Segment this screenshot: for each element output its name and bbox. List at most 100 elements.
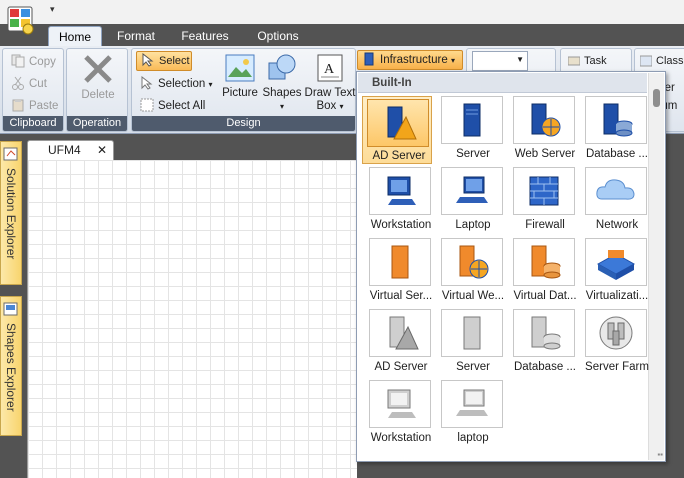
gallery-item-label: Database ... — [513, 361, 576, 373]
gallery-item-virtualization[interactable]: Virtualizati... — [579, 238, 649, 306]
infrastructure-dropdown-button[interactable]: Infrastructure ▾ — [357, 50, 463, 70]
gallery-item-virtual-database-server[interactable]: Virtual Dat... — [507, 238, 577, 306]
paste-button[interactable]: Paste — [11, 97, 58, 115]
shapes-button[interactable]: Shapes ▾ — [262, 53, 302, 113]
shapes-explorer-panel[interactable]: Shapes Explorer — [0, 296, 22, 436]
picture-button[interactable]: Picture — [220, 53, 260, 100]
document-tab[interactable]: UFM4 ✕ — [27, 140, 114, 160]
cut-button[interactable]: Cut — [11, 75, 47, 93]
gallery-item-label: Web Server — [514, 148, 576, 160]
selection-button[interactable]: Selection ▾ — [140, 75, 213, 93]
gallery-item-server-gray[interactable]: Server — [435, 309, 505, 377]
gallery-item-label: Virtual We... — [441, 290, 505, 302]
select-all-button[interactable]: Select All — [140, 97, 205, 115]
gallery-item-server[interactable]: Server — [435, 96, 505, 164]
gallery-item-virtual-web-server[interactable]: Virtual We... — [435, 238, 505, 306]
gallery-item-server-farm[interactable]: Server Farm — [579, 309, 649, 377]
solution-explorer-panel[interactable]: Solution Explorer — [0, 141, 22, 285]
class-label: Class — [656, 55, 684, 67]
text-box-icon: A — [317, 54, 343, 82]
gallery-item-label: AD Server — [372, 150, 426, 162]
laptop-icon — [441, 167, 503, 215]
gallery-item-firewall[interactable]: Firewall — [507, 167, 577, 235]
gallery-scrollbar[interactable] — [648, 73, 664, 460]
gallery-item-network[interactable]: Network — [579, 167, 649, 235]
ad-server-gray-icon — [369, 309, 431, 357]
gallery-item-label: Workstation — [370, 219, 432, 231]
server-icon — [362, 52, 376, 66]
copy-icon — [11, 54, 25, 68]
task-icon — [567, 54, 581, 68]
gallery-item-label: Virtual Dat... — [513, 290, 577, 302]
gallery-item-virtual-server[interactable]: Virtual Ser... — [363, 238, 433, 306]
picture-label: Picture — [222, 87, 258, 99]
chevron-down-icon[interactable]: ▼ — [516, 55, 524, 64]
tab-home[interactable]: Home — [48, 26, 102, 46]
delete-button[interactable]: Delete — [73, 53, 123, 102]
shapes-explorer-label: Shapes Explorer — [4, 323, 18, 412]
design-group-label: Design — [132, 116, 355, 131]
cut-label: Cut — [29, 78, 47, 90]
infrastructure-gallery: Built-In ▪▪ AD Server Server Web Server … — [356, 71, 666, 462]
gallery-item-laptop[interactable]: Laptop — [435, 167, 505, 235]
gallery-item-ad-server[interactable]: AD Server — [362, 96, 432, 164]
document-tab-label: UFM4 — [48, 143, 81, 157]
scissors-icon — [11, 76, 25, 90]
select-button[interactable]: Select — [136, 51, 192, 71]
gallery-item-label: Virtual Ser... — [369, 290, 433, 302]
tab-format[interactable]: Format — [108, 26, 164, 46]
database-server-icon — [585, 96, 647, 144]
solution-explorer-label: Solution Explorer — [4, 168, 18, 260]
resize-grip-icon[interactable]: ▪▪ — [657, 450, 663, 459]
operation-group: Delete Operation — [66, 48, 128, 132]
scroll-thumb[interactable] — [653, 89, 660, 107]
clipboard-group: Copy Cut Paste Clipboard — [2, 48, 64, 132]
gallery-header: Built-In — [358, 73, 647, 93]
svg-text:A: A — [324, 62, 335, 77]
task-button[interactable]: Task — [567, 51, 628, 71]
box-label: Box — [316, 100, 337, 112]
close-icon[interactable]: ✕ — [97, 141, 107, 159]
class-button[interactable]: Class — [640, 51, 684, 71]
diagram-canvas[interactable] — [27, 160, 357, 478]
qat-dropdown-icon[interactable]: ▾ — [50, 4, 55, 15]
shapes-icon — [268, 54, 296, 80]
delete-icon — [84, 55, 112, 83]
firewall-icon — [513, 167, 575, 215]
gallery-item-workstation-gray[interactable]: Workstation — [363, 380, 433, 448]
select-all-icon — [140, 98, 154, 112]
task-label: Task — [584, 55, 607, 67]
workstation-gray-icon — [369, 380, 431, 428]
server-gray-icon — [441, 309, 503, 357]
gallery-item-web-server[interactable]: Web Server — [507, 96, 577, 164]
operation-group-label: Operation — [67, 116, 127, 131]
gallery-item-database-server[interactable]: Database ... — [579, 96, 649, 164]
delete-label: Delete — [81, 89, 115, 101]
virtual-server-icon — [369, 238, 431, 286]
tab-options[interactable]: Options — [248, 26, 308, 46]
copy-label: Copy — [29, 56, 56, 68]
gallery-item-ad-server-gray[interactable]: AD Server — [363, 309, 433, 377]
gallery-item-label: Server Farm — [585, 361, 649, 373]
paste-icon — [11, 98, 25, 112]
virtual-web-server-icon — [441, 238, 503, 286]
database-server-gray-icon — [513, 309, 575, 357]
workstation-icon — [369, 167, 431, 215]
app-logo-icon[interactable] — [4, 3, 38, 37]
tab-features[interactable]: Features — [172, 26, 238, 46]
gallery-item-label: Virtualizati... — [585, 290, 649, 302]
style-combo[interactable]: ▼ — [472, 51, 528, 71]
draw-text-label: Draw Text — [304, 87, 356, 99]
server-icon — [441, 96, 503, 144]
class-icon — [640, 54, 653, 68]
gallery-item-workstation[interactable]: Workstation — [363, 167, 433, 235]
draw-text-box-button[interactable]: A Draw Text Box ▾ — [304, 53, 356, 113]
gallery-item-database-server-gray[interactable]: Database ... — [507, 309, 577, 377]
gallery-item-label: AD Server — [374, 361, 428, 373]
gallery-item-label: laptop — [457, 432, 489, 444]
gallery-item-laptop-gray[interactable]: laptop — [435, 380, 505, 448]
copy-button[interactable]: Copy — [11, 53, 56, 71]
ad-server-icon — [367, 99, 429, 147]
gallery-item-label: Laptop — [455, 219, 491, 231]
virtualization-icon — [585, 238, 647, 286]
